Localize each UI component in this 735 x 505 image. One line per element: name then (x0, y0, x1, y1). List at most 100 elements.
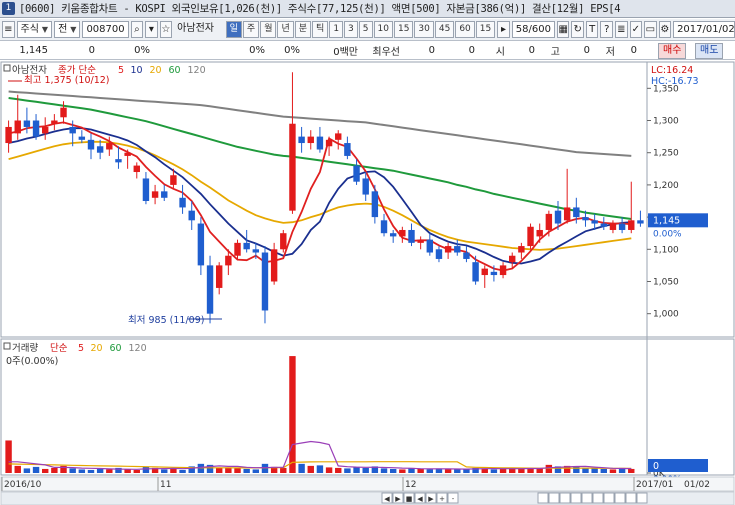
buy-button[interactable]: 매수 (658, 43, 687, 59)
volume-bar (69, 468, 76, 473)
period-tab-14[interactable]: 15 (475, 21, 496, 38)
volume-bar (133, 469, 140, 473)
refresh-icon[interactable]: ↻ (571, 21, 584, 38)
chart-tool-icon[interactable] (625, 492, 637, 504)
quote-info-row: 1,145 0 0% 0% 0% 0백만 최우선 0 0 시 0 고 0 저 0… (0, 42, 735, 60)
count-field[interactable]: 58/600 (511, 21, 555, 38)
period-tab-6[interactable]: 1 (329, 21, 344, 38)
period-tab-0[interactable]: 일 (225, 21, 242, 38)
volume-bar (23, 468, 31, 473)
candle-body (151, 191, 159, 198)
chart-toolbar: ≡ 주식 ▼ 전 ▼ 008700 ⌕ ▾ ☆ 아남전자 일 주 월 년 분 틱 1 3 5 10 15… (0, 19, 735, 41)
candle-body (481, 268, 488, 276)
chart-tool-icon[interactable] (581, 492, 593, 504)
x-axis-label: 2017/01 (636, 480, 673, 490)
stock-chart-svg[interactable]: 1,3501,3001,2501,2001,1501,1001,0501,000… (0, 61, 735, 505)
date-field[interactable]: 2017/01/02 (673, 21, 735, 38)
price-panel-frame (0, 61, 735, 338)
market-select[interactable]: 주식 ▼ (16, 21, 53, 38)
volume-bar (380, 468, 388, 473)
text-icon[interactable]: T (585, 21, 599, 38)
menu-icon[interactable]: ≡ (2, 21, 15, 38)
candle-body (133, 165, 140, 173)
period-tab-11[interactable]: 30 (414, 21, 434, 38)
candle-body (582, 217, 589, 221)
candle-body (252, 249, 260, 253)
stock-code-input[interactable]: 008700 (82, 21, 129, 38)
volume-ma-period-5: 5 (78, 343, 84, 354)
open-label: 시 (495, 47, 505, 58)
volume-bar (389, 468, 397, 473)
favorite-icon[interactable]: ☆ (159, 21, 173, 38)
period-tab-3[interactable]: 년 (277, 21, 294, 38)
period-tab-9[interactable]: 10 (373, 21, 393, 38)
best-bid-label: 최우선 (372, 47, 400, 58)
dropdown-icon[interactable]: ▾ (145, 21, 158, 38)
arrow-right-icon[interactable]: ▸ (497, 21, 510, 38)
volume-bar (106, 469, 113, 473)
candle-body (298, 136, 305, 144)
period-tab-2[interactable]: 월 (260, 21, 277, 38)
scroll-nav-icon: ■ (406, 495, 413, 503)
candle-body (536, 229, 543, 237)
period-tab-8[interactable]: 5 (358, 21, 373, 38)
grid-icon[interactable]: ▦ (556, 21, 570, 38)
chart-tool-icon[interactable] (603, 492, 615, 504)
candle-body (225, 255, 232, 266)
volume-bar (261, 463, 269, 473)
volume-bar (170, 468, 177, 473)
market-all-label: 전 (58, 24, 68, 35)
price-change: 0 (88, 45, 95, 56)
chart-tool-icon[interactable] (636, 492, 648, 504)
period-tab-10[interactable]: 15 (393, 21, 414, 38)
volume-bar (628, 468, 635, 473)
low-value: 0 (630, 45, 637, 56)
chart-tool-icon[interactable] (559, 492, 571, 504)
candle-body (591, 220, 598, 224)
ma-legend-period-10: 10 (131, 65, 143, 76)
x-axis-label: 2016/10 (4, 480, 42, 490)
candle-body (243, 242, 250, 250)
search-icon[interactable]: ⌕ (130, 21, 144, 38)
high-label: 고 (550, 47, 560, 58)
chart-area[interactable]: 1,3501,3001,2501,2001,1501,1001,0501,000… (0, 61, 735, 505)
period-tab-7[interactable]: 3 (344, 21, 358, 38)
chart-tool-icon[interactable] (548, 492, 560, 504)
volume-ma-period-120: 120 (129, 343, 147, 354)
period-tabs: 일 주 월 년 분 틱 1 3 5 10 15 30 45 60 15 (225, 21, 496, 38)
market-select-label: 주식 (20, 24, 39, 35)
best-ask-value: 0 (468, 45, 475, 56)
bar-icon[interactable]: ≣ (615, 21, 628, 38)
current-price: 1,145 (19, 45, 48, 56)
volume-bar (362, 467, 369, 473)
candle-body (518, 246, 525, 253)
price-tick-label: 1,200 (653, 181, 679, 191)
volume-panel-frame (0, 338, 735, 476)
volume-bar (124, 469, 131, 473)
period-tab-13[interactable]: 60 (455, 21, 475, 38)
chart-tool-icon[interactable] (570, 492, 582, 504)
check-icon[interactable]: ✓ (629, 21, 643, 38)
candle-body (600, 223, 607, 227)
help-icon[interactable]: ? (600, 21, 613, 38)
window-icon[interactable]: ▭ (644, 21, 657, 38)
volume-bar (325, 467, 333, 473)
period-tab-5[interactable]: 틱 (312, 21, 329, 38)
change-pct-3: 0% (284, 45, 300, 56)
period-tab-1[interactable]: 주 (242, 21, 260, 38)
sell-button[interactable]: 매도 (695, 43, 724, 59)
chart-tool-icon[interactable] (614, 492, 626, 504)
candle-body (435, 249, 443, 259)
market-all-select[interactable]: 전 ▼ (54, 21, 81, 38)
chart-tool-icon[interactable] (592, 492, 604, 504)
volume-bar (417, 468, 424, 473)
volume-bar (444, 468, 452, 473)
volume-bar (426, 469, 434, 473)
volume-ma-label: 단순 (50, 343, 68, 354)
settings-icon[interactable]: ⚙ (658, 21, 672, 38)
period-tab-4[interactable]: 분 (294, 21, 312, 38)
period-tab-12[interactable]: 45 (434, 21, 455, 38)
scroll-nav-icon: ◀ (417, 495, 423, 503)
candle-body (23, 120, 31, 127)
chart-tool-icon[interactable] (537, 492, 549, 504)
